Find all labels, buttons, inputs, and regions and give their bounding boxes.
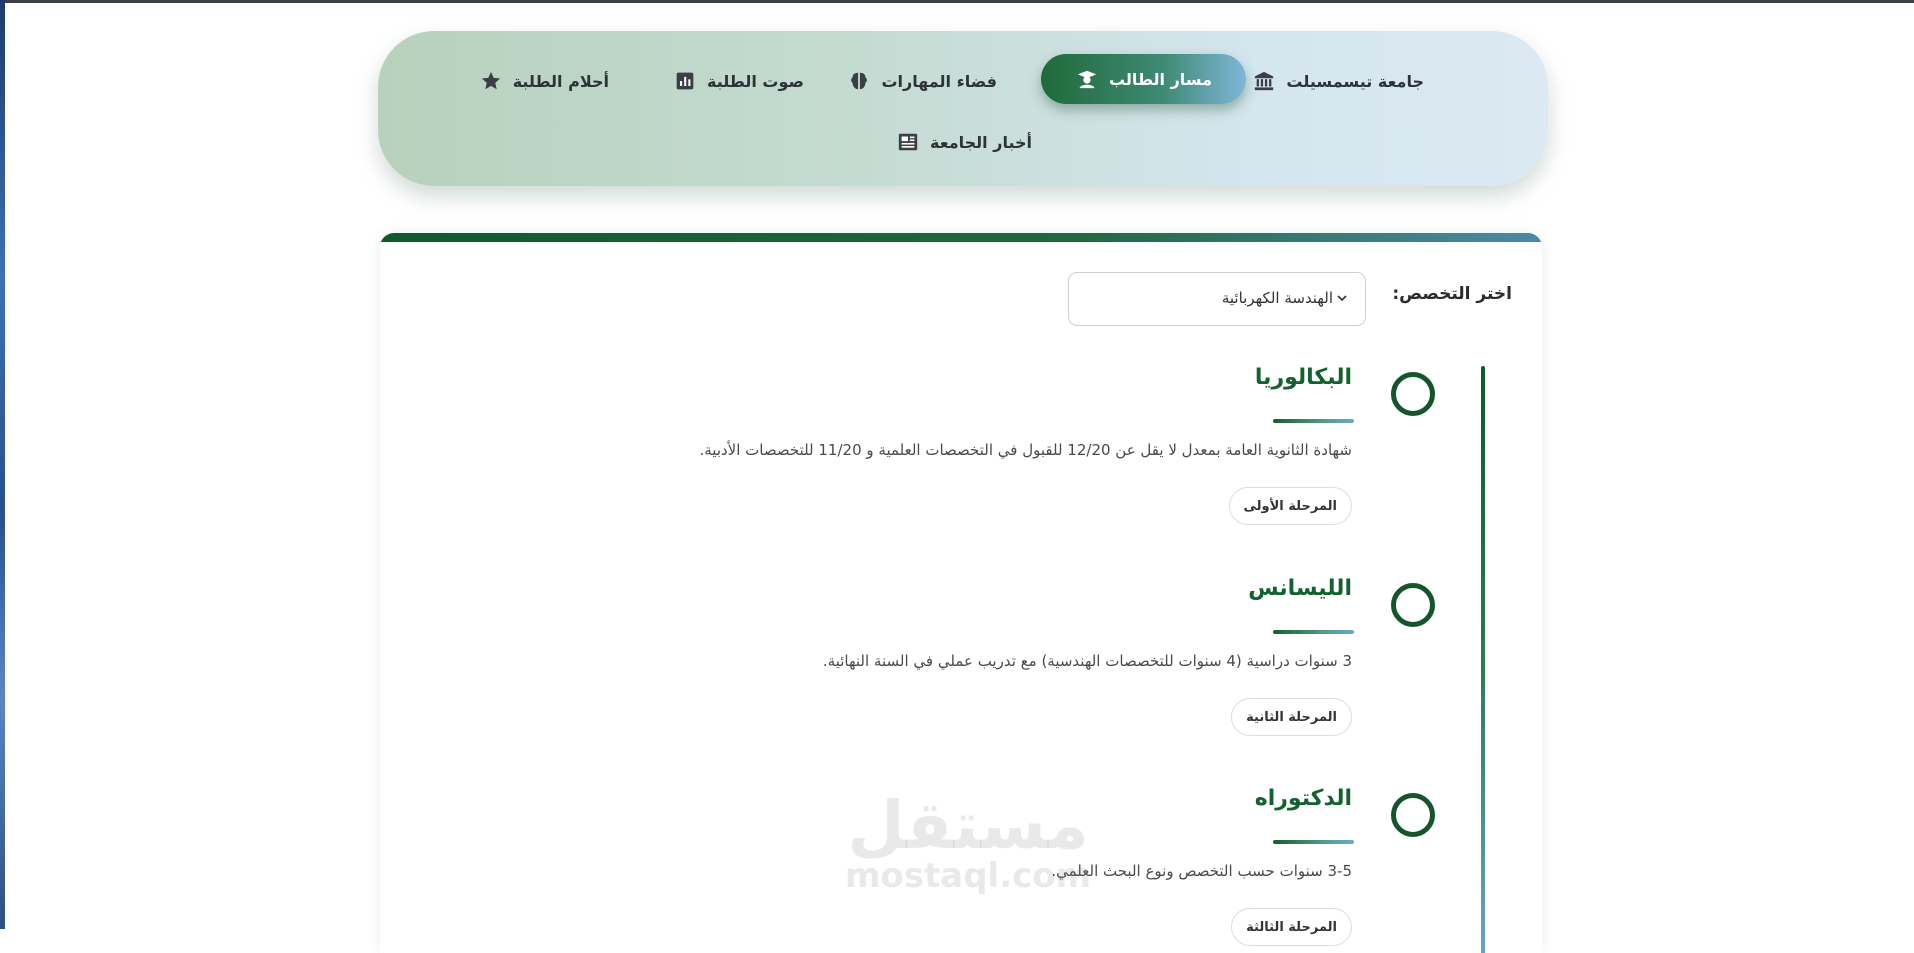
chevron-down-icon xyxy=(1337,289,1347,307)
brain-icon xyxy=(847,69,871,93)
step-badge: المرحلة الأولى xyxy=(1228,487,1352,525)
step-description: 3-5 سنوات حسب التخصص ونوع البحث العلمي. xyxy=(1051,862,1352,880)
nav-item-students-dreams[interactable]: أحلام الطلبة xyxy=(465,56,623,106)
university-icon xyxy=(1252,69,1276,93)
nav-item-skills-space[interactable]: فضاء المهارات xyxy=(833,56,1011,106)
specialty-select[interactable]: الهندسة الكهربائية xyxy=(1068,272,1366,326)
graduate-icon xyxy=(1075,67,1099,91)
specialty-selected-value: الهندسة الكهربائية xyxy=(1221,289,1333,307)
step-title: البكالوريا xyxy=(1254,365,1352,390)
nav-item-label: صوت الطلبة xyxy=(707,71,804,91)
card-accent-bar xyxy=(380,233,1542,242)
nav-item-label: مسار الطالب xyxy=(1108,69,1212,89)
step-badge: المرحلة الثالثة xyxy=(1231,908,1352,946)
step-description: شهادة الثانوية العامة بمعدل لا يقل عن 12… xyxy=(699,441,1352,459)
step-underline xyxy=(1273,419,1354,423)
step-description: 3 سنوات دراسية (4 سنوات للتخصصات الهندسي… xyxy=(822,652,1352,670)
nav-item-label: فضاء المهارات xyxy=(881,71,997,91)
nav-item-university-news[interactable]: أخبار الجامعة xyxy=(882,117,1046,167)
timeline-dot xyxy=(1391,583,1435,627)
star-icon xyxy=(479,69,503,93)
timeline-line xyxy=(1481,366,1485,953)
timeline-dot xyxy=(1391,372,1435,416)
specialty-label: اختر التخصص: xyxy=(1392,284,1512,304)
step-underline xyxy=(1273,840,1354,844)
nav-item-student-path[interactable]: مسار الطالب xyxy=(1040,54,1246,104)
step-badge: المرحلة الثانية xyxy=(1231,698,1352,736)
step-title: الليسانس xyxy=(1248,576,1352,601)
newspaper-icon xyxy=(896,130,920,154)
student-path-card: اختر التخصص: الهندسة الكهربائية البكالور… xyxy=(380,233,1542,953)
nav-item-students-voice[interactable]: صوت الطلبة xyxy=(659,56,818,106)
nav-item-university[interactable]: جامعة تيسمسيلت xyxy=(1238,56,1438,106)
timeline-dot xyxy=(1391,793,1435,837)
step-underline xyxy=(1273,630,1354,634)
main-navigation: جامعة تيسمسيلت مسار الطالب فضاء المهارات… xyxy=(378,31,1548,186)
step-title: الدكتوراه xyxy=(1254,786,1352,811)
nav-item-label: أخبار الجامعة xyxy=(929,132,1032,152)
nav-item-label: أحلام الطلبة xyxy=(512,71,609,91)
page: جامعة تيسمسيلت مسار الطالب فضاء المهارات… xyxy=(5,3,1914,953)
poll-icon xyxy=(673,69,697,93)
nav-item-label: جامعة تيسمسيلت xyxy=(1286,71,1424,91)
